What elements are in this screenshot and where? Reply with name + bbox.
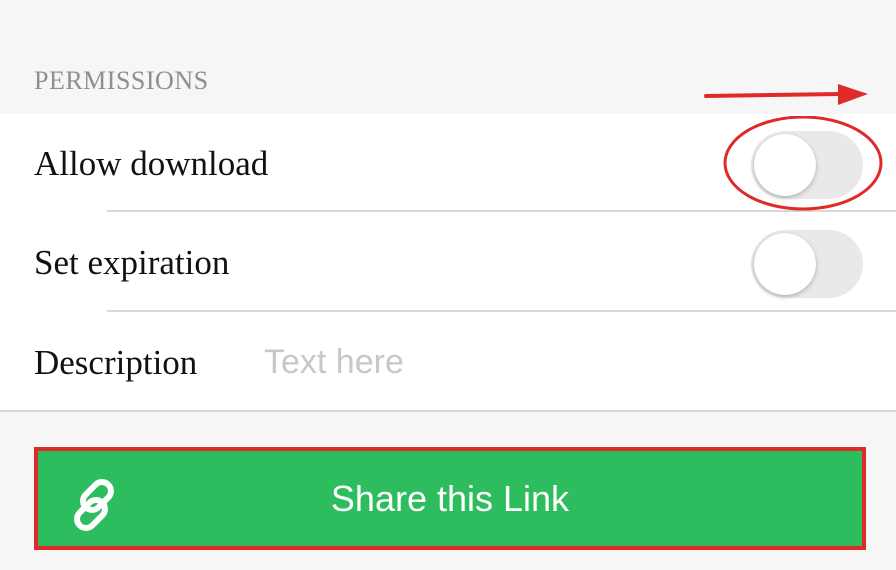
share-link-button[interactable]: Share this Link xyxy=(34,447,866,550)
description-input[interactable] xyxy=(262,333,866,391)
allow-download-row: Allow download xyxy=(0,114,896,212)
set-expiration-row: Set expiration xyxy=(0,213,896,311)
permissions-section-header: PERMISSIONS xyxy=(0,0,896,114)
permissions-panel: Allow download Set expiration Descriptio… xyxy=(0,114,896,411)
toggle-knob xyxy=(754,233,816,295)
section-title: PERMISSIONS xyxy=(34,66,209,95)
section-bottom-divider xyxy=(0,410,896,412)
row-divider xyxy=(107,210,896,212)
share-link-label: Share this Link xyxy=(330,478,570,519)
description-row: Description xyxy=(0,313,896,411)
set-expiration-toggle[interactable] xyxy=(751,230,863,298)
set-expiration-label: Set expiration xyxy=(34,243,230,282)
row-divider xyxy=(107,310,896,312)
description-label: Description xyxy=(34,343,198,382)
allow-download-toggle[interactable] xyxy=(751,131,863,199)
allow-download-label: Allow download xyxy=(34,144,269,183)
toggle-knob xyxy=(754,134,816,196)
